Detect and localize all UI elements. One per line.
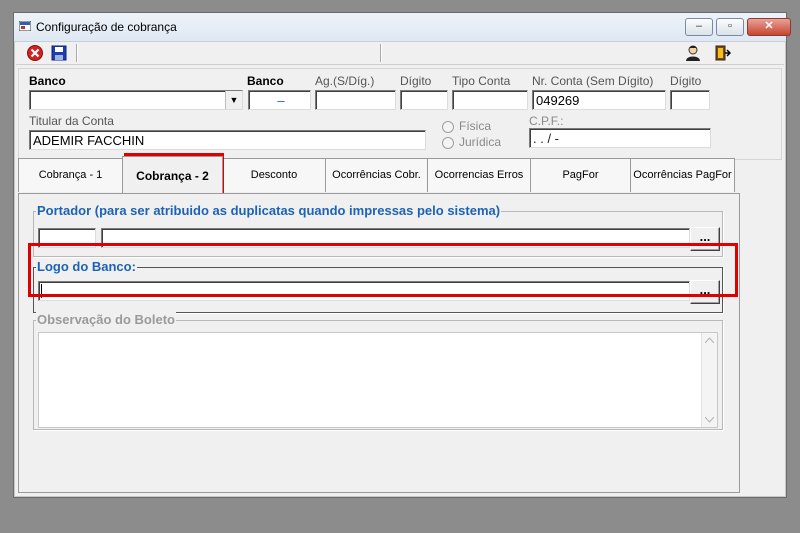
chevron-down-icon[interactable]: ▼ [225, 91, 242, 109]
observacao-memo[interactable] [38, 332, 718, 428]
scroll-down-icon[interactable] [705, 417, 714, 423]
tipo-conta-field[interactable] [452, 90, 528, 110]
window-title: Configuração de cobrança [36, 20, 177, 34]
digito-agencia-label: Dígito [400, 74, 432, 88]
nr-conta-field[interactable]: 049269 [532, 90, 666, 110]
tab-ocorrencias-cobr[interactable]: Ocorrências Cobr. [325, 158, 428, 192]
radio-fisica-label: Física [459, 119, 492, 133]
toolbar-separator [76, 44, 78, 62]
tab-desconto[interactable]: Desconto [222, 158, 326, 192]
close-red-icon[interactable] [26, 44, 44, 62]
tab-pagfor[interactable]: PagFor [530, 158, 631, 192]
digito-agencia-field[interactable] [400, 90, 448, 110]
save-disk-icon[interactable] [50, 44, 68, 62]
agencia-field[interactable] [315, 90, 396, 110]
observacao-scrollbar[interactable] [701, 333, 717, 427]
exit-door-icon[interactable] [713, 44, 731, 62]
close-window-button[interactable]: ✕ [747, 18, 791, 36]
observacao-group: Observação do Boleto [33, 312, 723, 430]
observacao-legend: Observação do Boleto [36, 312, 176, 327]
toolbar [16, 42, 784, 65]
banco-label: Banco [29, 74, 66, 88]
tab-ocorrencias-pagfor[interactable]: Ocorrências PagFor [630, 158, 735, 192]
agencia-label: Ag.(S/Díg.) [315, 74, 375, 88]
tab-content-cobranca-2: Portador (para ser atribuido as duplicat… [18, 193, 740, 493]
radio-juridica[interactable] [442, 137, 454, 149]
banco-select[interactable]: ▼ [29, 90, 243, 110]
cpf-label: C.P.F.: [529, 114, 564, 128]
scroll-up-icon[interactable] [705, 337, 714, 343]
titular-field[interactable]: ADEMIR FACCHIN [29, 130, 426, 150]
highlight-logo-banco [28, 243, 738, 297]
banco-code-label: Banco [247, 74, 284, 88]
digito-conta-field[interactable] [670, 90, 710, 110]
tab-ocorrencias-erros[interactable]: Ocorrencias Erros [427, 158, 531, 192]
digito-conta-label: Dígito [670, 74, 702, 88]
tab-cobranca-1[interactable]: Cobrança - 1 [18, 158, 123, 192]
tipo-conta-label: Tipo Conta [452, 74, 511, 88]
banco-code-field[interactable]: – [248, 90, 311, 110]
titular-label: Titular da Conta [29, 114, 114, 128]
toolbar-separator [380, 44, 382, 62]
title-bar[interactable]: Configuração de cobrança – ▫ ✕ [14, 13, 791, 42]
bank-info-panel: Banco ▼ Banco – Ag.(S/Díg.) Dígito Tipo … [18, 68, 782, 160]
app-icon [19, 21, 31, 31]
nr-conta-label: Nr. Conta (Sem Dígito) [532, 74, 654, 88]
tab-cobranca-2[interactable]: Cobrança - 2 [122, 156, 223, 193]
cpf-field[interactable]: . . / - [529, 128, 711, 148]
user-icon[interactable] [684, 44, 702, 62]
maximize-button[interactable]: ▫ [716, 18, 744, 36]
radio-fisica[interactable] [442, 121, 454, 133]
radio-juridica-label: Jurídica [459, 135, 502, 149]
portador-legend: Portador (para ser atribuido as duplicat… [36, 203, 502, 218]
minimize-button[interactable]: – [685, 18, 713, 36]
